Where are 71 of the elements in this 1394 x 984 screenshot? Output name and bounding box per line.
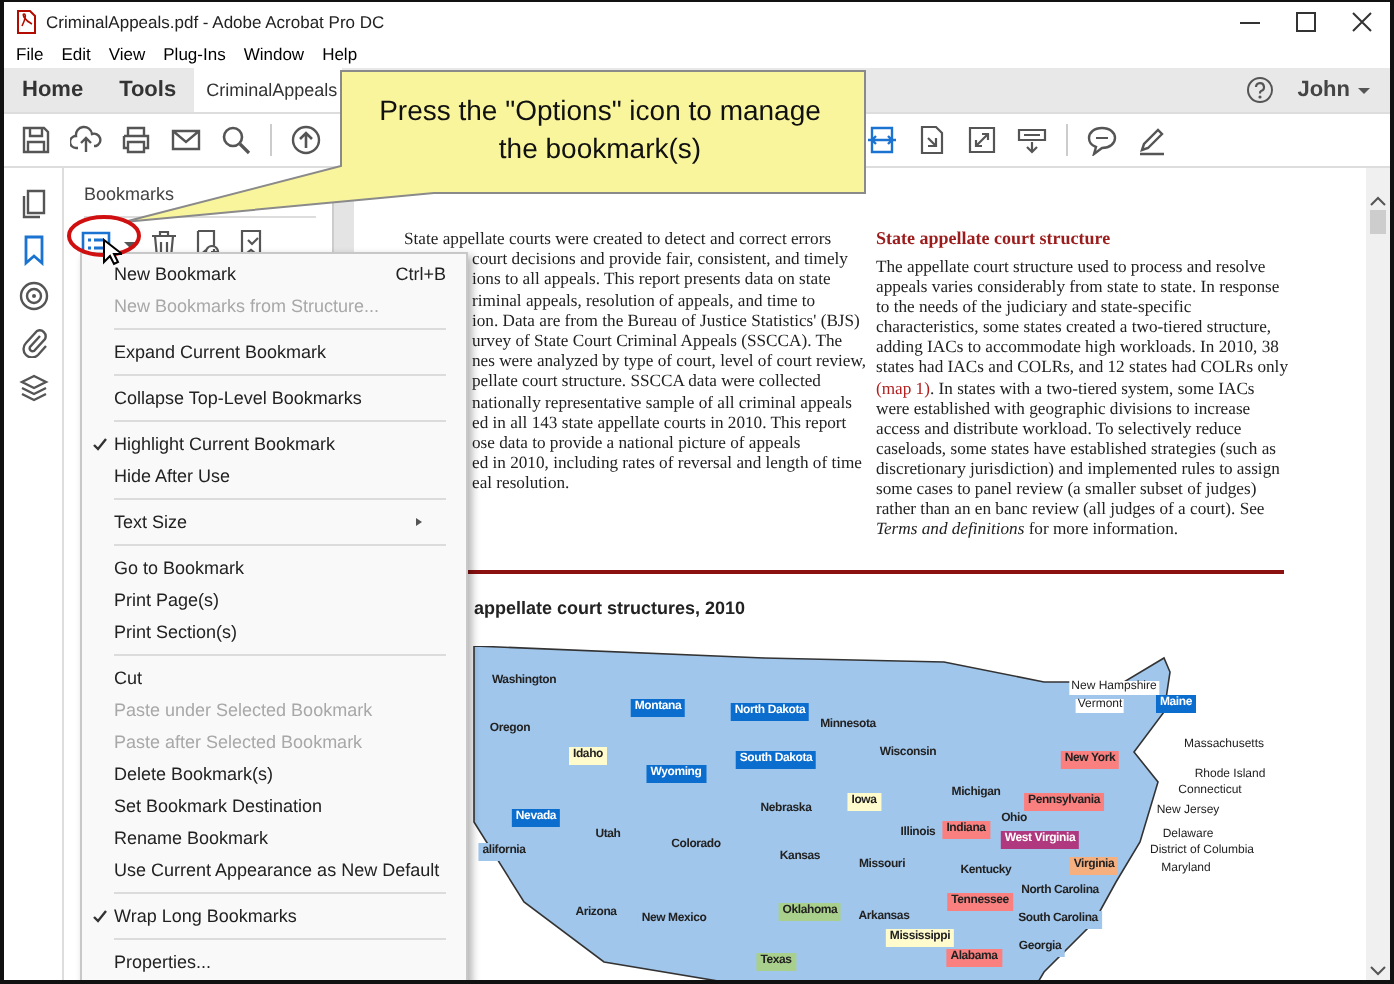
menu-item[interactable]: Cut: [82, 662, 466, 694]
save-icon[interactable]: [20, 124, 52, 156]
page-icon[interactable]: [916, 124, 948, 156]
section-heading: State appellate court structure: [876, 228, 1113, 248]
comment-icon[interactable]: [1086, 124, 1118, 156]
menu-item[interactable]: Highlight Current Bookmark: [82, 428, 466, 460]
search-icon[interactable]: [220, 124, 252, 156]
menu-item[interactable]: New Bookmark Ctrl+B: [82, 258, 466, 290]
body-text-line: ed in all 143 state appellate courts in 2010. This report: [472, 411, 847, 433]
layers-icon[interactable]: [17, 372, 49, 404]
print-icon[interactable]: [120, 124, 152, 156]
menu-bar-item[interactable]: Window: [243, 44, 305, 64]
panel-title: Bookmarks: [84, 184, 175, 204]
map-link[interactable]: (map 1): [876, 377, 930, 398]
mail-icon[interactable]: [170, 124, 202, 156]
body-text-line: ions to all appeals. This report presents data on state: [472, 268, 831, 290]
target-icon[interactable]: [17, 280, 49, 312]
check-icon: [92, 908, 108, 924]
body-text-line: urvey of State Court Criminal Appeals (SSCCA). The: [472, 330, 843, 351]
menu-bar-item[interactable]: Help: [322, 44, 358, 64]
body-text-line: ose data to provide a national picture of appeals: [472, 432, 801, 453]
body-paragraph: The appellate court structure used to process and resolve appeals varies considerably from state to state. In response to the needs of the judiciary and state-specific characteristics, some states created a two-tiered structure, adding IACs to accommodate high workloads. In 2010, 38 states had IACs and COLRs, and 12 states had COLRs only (map 1). In states with a two-tiered system, some IACs were established with geographic divisions to increase access and distribute workload. To selectively reduce caseloads, some states have established strategies (such as discretionary jurisdiction) and implemented rules to assign some cases to panel review (a smaller subset of judges) rather than an en banc review (all judges of a court). See Terms and definitions for more information.: [876, 256, 1290, 539]
menu-item[interactable]: Print Section(s): [82, 616, 466, 648]
paperclip-icon[interactable]: [17, 326, 49, 358]
body-text-line: ed in 2010, including rates of reversal and length of time: [472, 452, 862, 473]
scrollbar[interactable]: [1366, 168, 1390, 980]
menu-item[interactable]: Print Page(s): [82, 584, 466, 616]
menu-bar-item[interactable]: View: [108, 44, 146, 64]
cloud-upload-icon[interactable]: [70, 124, 102, 156]
body-text-line: court decisions and provide fair, consistent, and timely: [472, 248, 848, 269]
menu-item[interactable]: Hide After Use: [82, 460, 466, 492]
highlight-ellipse: [66, 214, 142, 258]
menu-item[interactable]: Set Bookmark Destination: [82, 790, 466, 822]
menu-item[interactable]: Use Current Appearance as New Default: [82, 854, 466, 886]
body-text-line: pellate court structure. SSCCA data were collected: [472, 370, 821, 392]
maximize-icon[interactable]: [1296, 11, 1316, 31]
menu-item[interactable]: Expand Current Bookmark: [82, 336, 466, 368]
check-icon: [92, 436, 108, 452]
map-title: appellate court structures, 2010: [474, 598, 748, 619]
menu-item[interactable]: Go to Bookmark: [82, 552, 466, 584]
menu-item[interactable]: Delete Bookmark(s): [82, 758, 466, 790]
menu-item[interactable]: Wrap Long Bookmarks: [82, 900, 466, 932]
tab[interactable]: Tools: [101, 68, 195, 112]
body-text-line: ion. Data are from the Bureau of Justice Statistics' (BJS): [472, 309, 860, 331]
menu-item[interactable]: Collapse Top-Level Bookmarks: [82, 382, 466, 414]
menu-item[interactable]: Text Size: [82, 506, 466, 538]
body-text-line: eal resolution.: [472, 472, 570, 494]
menu-item[interactable]: Properties...: [82, 946, 466, 978]
body-text-line: State appellate courts were created to detect and correct errors: [404, 228, 832, 249]
expand-icon[interactable]: [966, 124, 998, 156]
close-icon[interactable]: [1352, 11, 1372, 31]
user-name[interactable]: John: [1297, 78, 1350, 102]
body-text-line: nes were analyzed by type of court, level of court review,: [472, 350, 867, 371]
body-text-line: nationally representative sample of all criminal appeals: [472, 391, 852, 412]
help-icon[interactable]: [1245, 76, 1274, 104]
body-text-line: riminal appeals, resolution of appeals, and time to: [472, 289, 816, 310]
menu-item[interactable]: Rename Bookmark: [82, 822, 466, 854]
menu-bar-item[interactable]: Plug-Ins: [163, 44, 226, 64]
window-title: CriminalAppeals.pdf - Adobe Acrobat Pro DC: [46, 11, 387, 31]
tab[interactable]: CriminalAppeals: [194, 68, 343, 112]
callout-text: Press the "Options" icon to manage the bookmark(s): [377, 92, 823, 168]
pen-icon[interactable]: [1136, 124, 1168, 156]
submenu-arrow-icon: [416, 518, 422, 526]
menu-bar-item[interactable]: File: [16, 44, 44, 64]
pages-icon[interactable]: [17, 188, 49, 220]
menu-bar-item[interactable]: Edit: [61, 44, 91, 64]
pdf-file-icon: [16, 9, 36, 33]
scrollbar-thumb[interactable]: [1370, 210, 1386, 234]
caret-icon[interactable]: [1358, 87, 1370, 93]
tab[interactable]: Home: [4, 68, 102, 112]
fit-width-icon[interactable]: [866, 124, 898, 156]
